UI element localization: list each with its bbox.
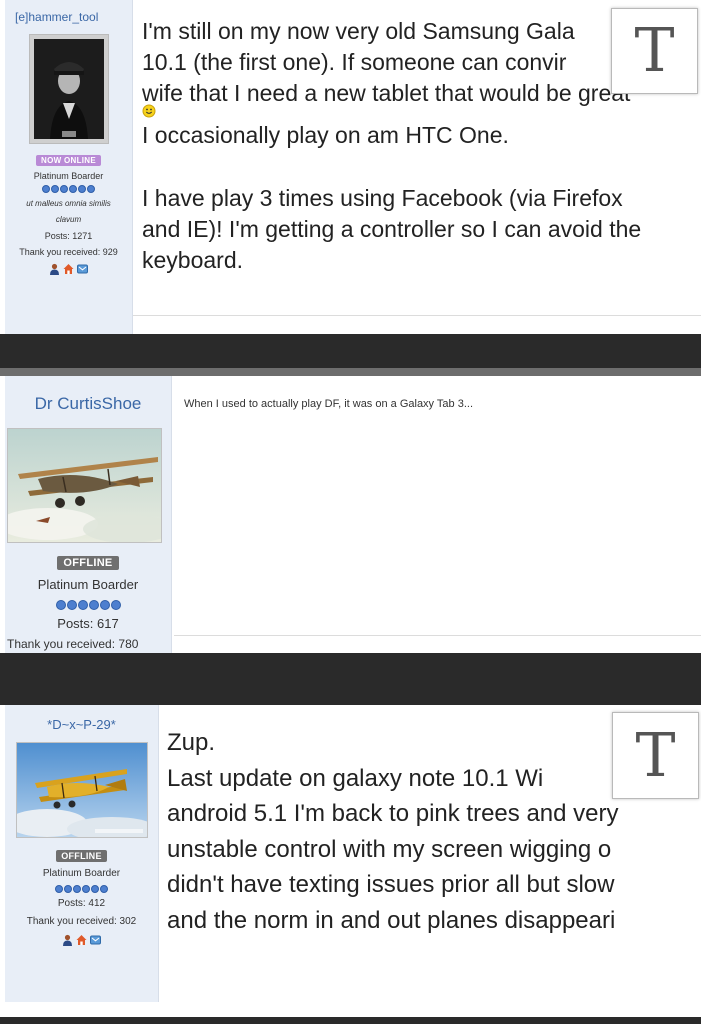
post-2-message: When I used to actually play DF, it was … xyxy=(184,398,473,410)
post-2-username[interactable]: Dr CurtisShoe xyxy=(5,394,171,414)
rank-dots xyxy=(5,885,158,893)
user-motto: ut malleus omnia similis clavum xyxy=(5,196,132,228)
text-overlay-letter: T xyxy=(635,720,676,791)
post-1: [e]hammer_tool NOW ONLINE Platinum Board… xyxy=(0,0,701,334)
post-count: Posts: 1271 xyxy=(44,231,93,241)
message-line: didn't have texting issues prior all but… xyxy=(167,871,615,898)
user-icon[interactable] xyxy=(62,933,73,946)
post-1-author-panel: [e]hammer_tool NOW ONLINE Platinum Board… xyxy=(5,0,133,334)
message-line: I have play 3 times using Facebook (via … xyxy=(142,185,623,211)
message-line: and IE)! I'm getting a controller so I c… xyxy=(142,216,642,242)
message-line: keyboard. xyxy=(142,247,244,273)
offline-status-badge: OFFLINE xyxy=(57,556,119,570)
post-count: Posts: 412 xyxy=(57,898,106,909)
online-status-badge: NOW ONLINE xyxy=(36,155,101,166)
user-rank: Platinum Boarder xyxy=(33,171,104,181)
post-3-username[interactable]: *D~x~P-29* xyxy=(5,717,158,732)
thanks-count: Thank you received: 929 xyxy=(19,247,118,257)
post-2-author-panel: Dr CurtisShoe OFFLINE Platinum Boarder P… xyxy=(5,376,172,653)
rank-dots xyxy=(5,600,171,610)
message-line: unstable control with my screen wigging … xyxy=(167,835,612,863)
user-rank: Platinum Boarder xyxy=(42,868,121,879)
post-count: Posts: 617 xyxy=(57,616,119,631)
user-icon[interactable] xyxy=(49,262,60,275)
message-line: android 5.1 I'm back to pink trees and v… xyxy=(167,800,619,827)
biplane-painting xyxy=(8,429,161,542)
naval-officer-portrait xyxy=(29,35,108,143)
thanks-count: Thank you received: 780 xyxy=(7,637,139,651)
post-3: *D~x~P-29* OFFLINE Platinum Boarder Post… xyxy=(0,705,701,1017)
motto-line-1: ut malleus omnia similis xyxy=(26,199,111,208)
rank-dots xyxy=(5,185,132,193)
post-2: Dr CurtisShoe OFFLINE Platinum Boarder P… xyxy=(0,368,701,653)
message-line: I occasionally play on am HTC One. xyxy=(142,122,509,148)
profile-icons xyxy=(5,933,158,946)
message-icon[interactable] xyxy=(90,933,101,945)
offline-status-badge: OFFLINE xyxy=(56,850,107,862)
post-2-footer-divider xyxy=(174,635,701,636)
home-icon[interactable] xyxy=(76,933,87,945)
post-1-footer-divider xyxy=(133,315,701,316)
text-overlay-button[interactable]: T xyxy=(611,8,698,94)
post-2-avatar[interactable] xyxy=(7,428,162,543)
message-icon[interactable] xyxy=(77,262,88,274)
home-icon[interactable] xyxy=(63,262,74,274)
profile-icons xyxy=(5,262,132,275)
post-3-author-panel: *D~x~P-29* OFFLINE Platinum Boarder Post… xyxy=(5,705,159,1002)
yellow-biplane-photo xyxy=(16,743,147,837)
text-overlay-button[interactable]: T xyxy=(612,712,699,799)
post-1-username[interactable]: [e]hammer_tool xyxy=(5,10,132,24)
post-3-avatar[interactable] xyxy=(15,742,148,838)
message-line: and the norm in and out planes disappear… xyxy=(167,906,616,934)
motto-line-2: clavum xyxy=(55,215,82,224)
thanks-count: Thank you received: 302 xyxy=(26,916,137,927)
user-rank: Platinum Boarder xyxy=(37,577,139,592)
text-overlay-letter: T xyxy=(634,16,675,86)
post-1-avatar[interactable] xyxy=(28,34,109,144)
